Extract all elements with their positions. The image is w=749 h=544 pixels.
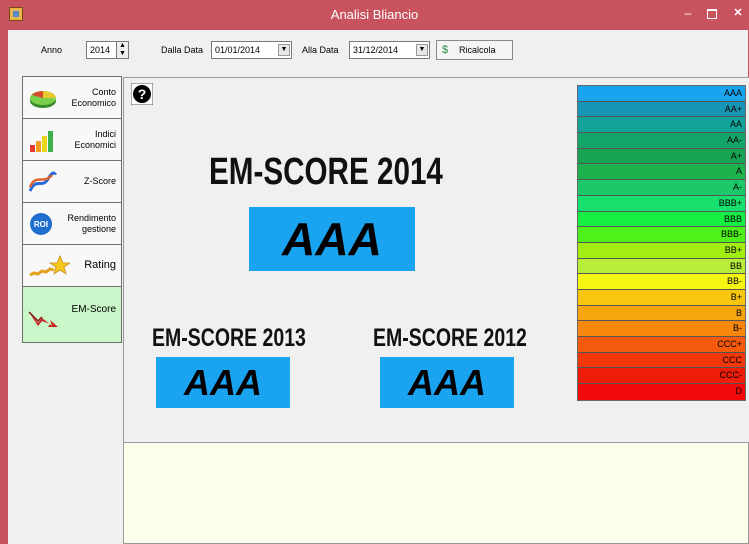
sidebar-item-rendimento-gestione[interactable]: ROI Rendimento gestione — [22, 202, 122, 245]
rating-legend-row: BB — [578, 258, 745, 275]
rating-legend: AAA AA+ AA AA- A+ A A- BBB+ BBB BBB- BB+ BB BB- B+ B B-… — [577, 85, 746, 401]
minimize-button[interactable]: – — [680, 4, 696, 24]
anno-label: Anno — [41, 45, 63, 55]
main-panel: ? EM-SCORE 2014 AAA EM-SCORE 2013 AAA EM… — [123, 77, 749, 442]
rating-legend-row: B — [578, 305, 745, 322]
rating-legend-row: CCC- — [578, 368, 745, 385]
z-score-chart-icon — [28, 171, 58, 192]
sidebar-item-indici-economici[interactable]: Indici Economici — [22, 118, 122, 161]
pie-chart-icon — [30, 90, 56, 108]
rating-legend-row: AA+ — [578, 101, 745, 118]
rating-legend-row: AA- — [578, 133, 745, 149]
dalla-data-picker[interactable]: 01/01/2014 ▼ — [211, 41, 292, 59]
rating-legend-row: BBB+ — [578, 195, 745, 212]
roi-icon: ROI — [30, 212, 52, 235]
anno-input[interactable]: 2014 — [86, 41, 117, 59]
em-score-main-title: EM-SCORE 2014 — [209, 151, 443, 193]
sidebar-item-label: EM-Score — [71, 303, 116, 315]
rating-legend-row: A — [578, 164, 745, 181]
em-score-2012-title: EM-SCORE 2012 — [373, 324, 527, 352]
ricalcola-button[interactable]: $ Ricalcola — [436, 40, 513, 60]
rating-legend-row: A+ — [578, 148, 745, 165]
rating-legend-row: B- — [578, 321, 745, 337]
maximize-button[interactable] — [704, 4, 720, 24]
toolbar: Anno 2014 ▲ ▼ Dalla Data 01/01/2014 ▼ All… — [8, 30, 748, 70]
sidebar-item-label: Z-Score — [83, 176, 116, 186]
dalla-data-label: Dalla Data — [161, 45, 204, 55]
refresh-money-icon: $ — [442, 44, 449, 56]
anno-spinner[interactable]: ▲ ▼ — [116, 41, 129, 59]
alla-data-label: Alla Data — [302, 45, 339, 55]
rating-legend-row: CCC — [578, 352, 745, 369]
em-score-main-value: AAA — [249, 207, 415, 271]
notes-panel — [123, 442, 749, 544]
em-score-2013-value: AAA — [156, 357, 290, 408]
rating-star-icon — [29, 254, 70, 276]
chevron-down-icon[interactable]: ▼ — [278, 44, 290, 56]
help-icon[interactable]: ? — [131, 83, 153, 105]
dalla-data-value: 01/01/2014 — [215, 45, 261, 55]
sidebar-item-label: Conto Economico — [71, 86, 116, 108]
sidebar-item-label: Rendimento gestione — [67, 212, 116, 234]
em-score-2012-value: AAA — [380, 357, 514, 408]
rating-legend-row: D — [578, 384, 745, 400]
sidebar-item-z-score[interactable]: Z-Score — [22, 160, 122, 203]
rating-legend-row: BBB- — [578, 227, 745, 243]
rating-legend-row: BBB — [578, 211, 745, 228]
rating-legend-row: B+ — [578, 289, 745, 306]
ricalcola-label: Ricalcola — [459, 45, 496, 55]
alla-data-value: 31/12/2014 — [353, 45, 399, 55]
alla-data-picker[interactable]: 31/12/2014 ▼ — [349, 41, 430, 59]
em-score-2013-title: EM-SCORE 2013 — [152, 324, 306, 352]
client-area: Anno 2014 ▲ ▼ Dalla Data 01/01/2014 ▼ All… — [8, 30, 749, 544]
rating-legend-row: CCC+ — [578, 337, 745, 353]
sidebar-item-rating[interactable]: Rating — [22, 244, 122, 287]
sidebar-item-em-score[interactable]: EM-Score — [22, 286, 122, 343]
svg-text:ROI: ROI — [34, 220, 48, 229]
chevron-down-icon[interactable]: ▼ — [416, 44, 428, 56]
svg-text:?: ? — [138, 86, 147, 102]
title-bar: Analisi Bliancio – ✕ — [0, 0, 749, 30]
window-title: Analisi Bliancio — [330, 7, 419, 22]
maximize-icon — [707, 9, 717, 19]
rating-legend-row: AAA — [578, 86, 745, 102]
bar-chart-icon — [30, 130, 53, 152]
sidebar-item-label: Indici Economici — [74, 128, 116, 150]
em-score-icon — [28, 311, 58, 327]
rating-legend-row: AA — [578, 117, 745, 134]
sidebar-item-conto-economico[interactable]: Conto Economico — [22, 76, 122, 119]
rating-legend-row: A- — [578, 180, 745, 196]
close-button[interactable]: ✕ — [730, 4, 746, 24]
rating-legend-row: BB+ — [578, 242, 745, 259]
sidebar-item-label: Rating — [84, 259, 116, 271]
rating-legend-row: BB- — [578, 274, 745, 290]
